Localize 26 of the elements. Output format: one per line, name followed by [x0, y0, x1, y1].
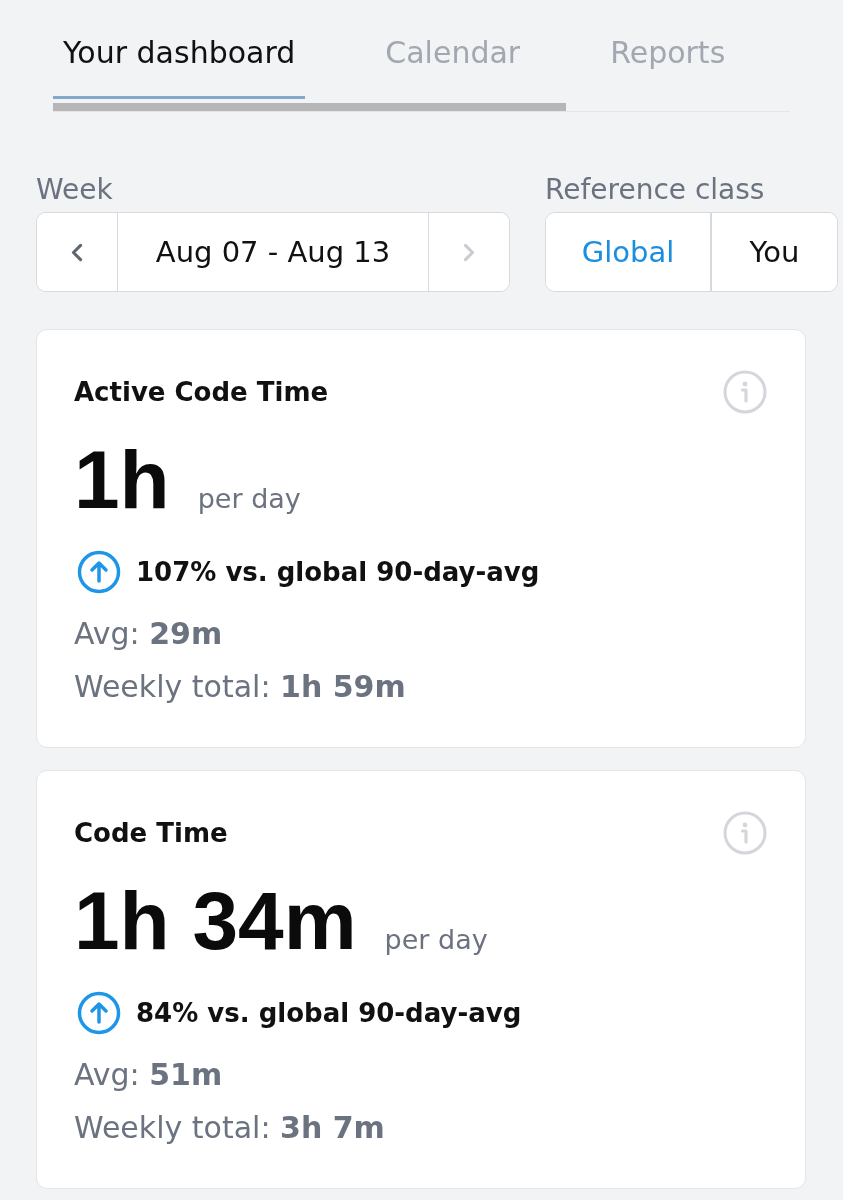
stat-line: Weekly total: 3h 7m [74, 1109, 386, 1147]
reference-class-label: Reference class [545, 174, 766, 206]
info-icon[interactable] [723, 370, 767, 414]
stat-line: Avg: 51m [74, 1056, 224, 1094]
week-range: Aug 07 - Aug 13 [117, 213, 429, 291]
trend-text: 84% vs. global 90-day-avg [136, 998, 522, 1028]
metric-unit: per day [384, 924, 488, 955]
tab[interactable]: Your dashboard [53, 0, 306, 99]
scrollbar-thumb[interactable] [53, 103, 566, 111]
tab[interactable]: Reports [600, 0, 736, 99]
arrow-circle-icon [77, 991, 121, 1035]
metric-unit: per day [197, 483, 301, 514]
reference-class-option[interactable]: Global [546, 213, 712, 291]
tab[interactable]: Calendar [375, 0, 531, 99]
trend-text: 107% vs. global 90-day-avg [136, 557, 540, 587]
card-title: Code Time [74, 817, 228, 850]
metric-value: 1h [74, 433, 170, 527]
card-title: Active Code Time [74, 376, 329, 409]
week-label: Week [36, 174, 114, 206]
metric-value: 1h 34m [74, 874, 357, 968]
chevron-right-icon [463, 242, 475, 262]
stat-line: Weekly total: 1h 59m [74, 668, 407, 706]
stat-line: Avg: 29m [74, 615, 224, 653]
arrow-circle-icon [77, 550, 121, 594]
chevron-left-icon [71, 242, 83, 262]
info-icon[interactable] [723, 811, 767, 855]
